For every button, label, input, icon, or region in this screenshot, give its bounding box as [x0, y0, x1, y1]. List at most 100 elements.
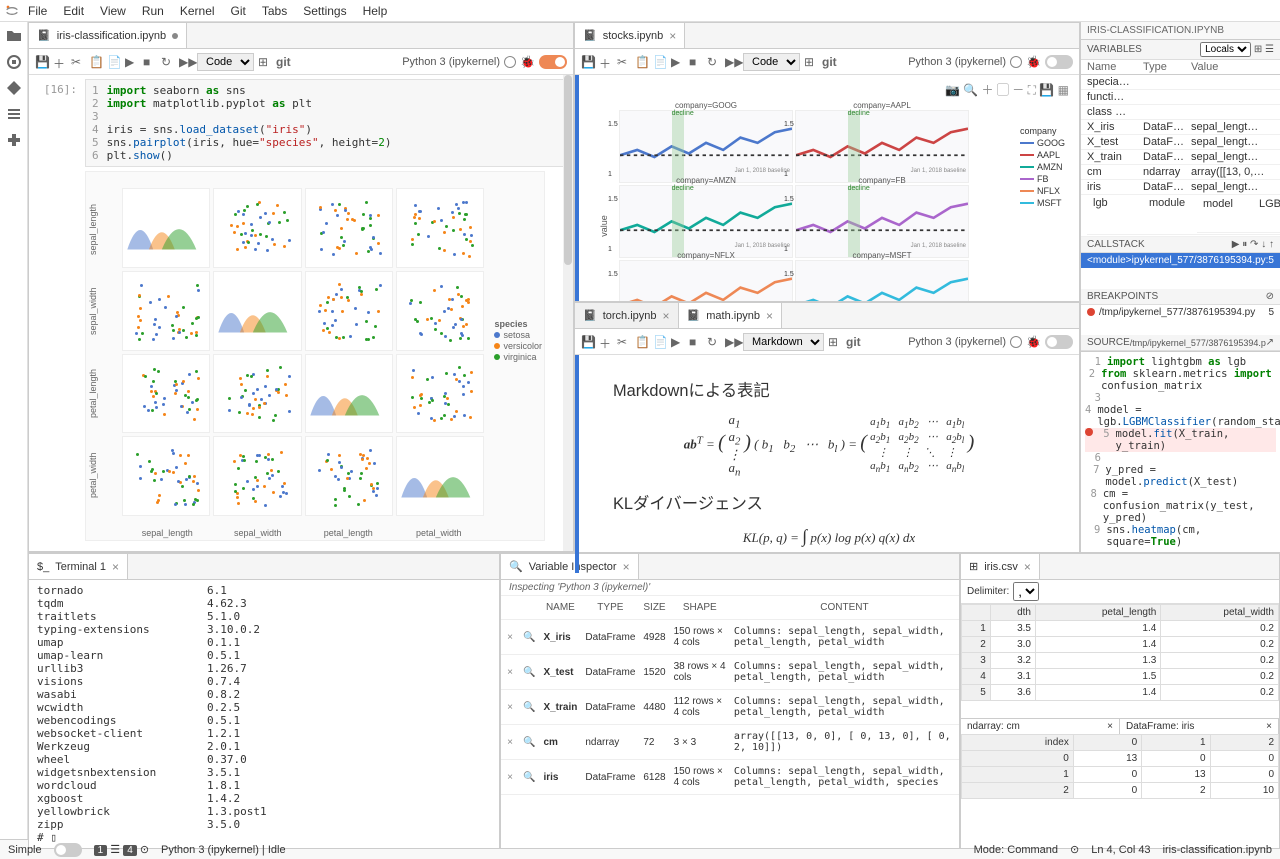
- pause-icon[interactable]: ⏸: [1242, 239, 1247, 250]
- step-out-icon[interactable]: ↑: [1269, 239, 1274, 250]
- close-icon[interactable]: ×: [112, 560, 119, 574]
- menu-kernel[interactable]: Kernel: [172, 2, 223, 20]
- restart-icon[interactable]: ↻: [161, 55, 175, 69]
- csv-table[interactable]: dthpetal_lengthpetal_width13.51.40.223.0…: [961, 604, 1279, 718]
- debug-toggle[interactable]: [1045, 55, 1073, 69]
- variable-row[interactable]: X_trainDataF…sepal_lengt…: [1081, 150, 1280, 165]
- run-icon[interactable]: ▶: [671, 55, 685, 69]
- inspect-icon[interactable]: 🔍: [519, 655, 539, 690]
- inspect-icon[interactable]: 🔍: [519, 620, 539, 655]
- run-all-icon[interactable]: ▶▶: [725, 335, 739, 349]
- paste-icon[interactable]: 📄: [653, 55, 667, 69]
- running-icon[interactable]: [6, 54, 22, 70]
- scrollbar[interactable]: [563, 75, 573, 551]
- close-icon[interactable]: ×: [1266, 721, 1272, 732]
- kernel-name[interactable]: Python 3 (ipykernel): [908, 336, 1006, 348]
- inspect-icon[interactable]: 🔍: [519, 725, 539, 760]
- save-icon[interactable]: 💾: [581, 55, 595, 69]
- menu-view[interactable]: View: [92, 2, 134, 20]
- bug-icon[interactable]: 🐞: [1026, 55, 1041, 69]
- add-cell-icon[interactable]: ＋: [599, 335, 613, 349]
- plus-icon[interactable]: ＋: [982, 83, 994, 97]
- subtab-cm[interactable]: ndarray: cm×: [961, 719, 1120, 734]
- copy-icon[interactable]: 📋: [89, 55, 103, 69]
- simple-toggle-label[interactable]: Simple: [8, 844, 42, 856]
- menu-git[interactable]: Git: [223, 2, 254, 20]
- continue-icon[interactable]: ▶: [1232, 239, 1240, 250]
- kernel-name[interactable]: Python 3 (ipykernel): [908, 56, 1006, 68]
- table-icon[interactable]: ☰: [1265, 44, 1274, 55]
- run-icon[interactable]: ▶: [125, 55, 139, 69]
- delete-icon[interactable]: ×: [501, 725, 519, 760]
- git-button[interactable]: git: [822, 55, 837, 69]
- notebook-content[interactable]: [16]: 1import seaborn as sns2import matp…: [29, 75, 573, 551]
- close-icon[interactable]: ×: [1107, 721, 1113, 732]
- add-cell-icon[interactable]: ＋: [599, 55, 613, 69]
- extension-icon[interactable]: [6, 132, 22, 148]
- variable-row[interactable]: lgbmodulemodelLGBM…LGBMClassifier(…pltmo…: [1087, 196, 1280, 235]
- source-view[interactable]: 1import lightgbm as lgb2from sklearn.met…: [1081, 352, 1280, 552]
- tab-terminal[interactable]: $_ Terminal 1 ×: [29, 554, 128, 579]
- bug-icon[interactable]: 🐞: [1026, 335, 1041, 349]
- tab-stocks[interactable]: 📓 stocks.ipynb ×: [575, 23, 685, 48]
- add-cell-icon[interactable]: ＋: [53, 55, 67, 69]
- debug-toggle[interactable]: [539, 55, 567, 69]
- run-icon[interactable]: ▶: [671, 335, 685, 349]
- menu-settings[interactable]: Settings: [295, 2, 354, 20]
- run-all-icon[interactable]: ▶▶: [179, 55, 193, 69]
- vega-icon[interactable]: ⊞: [828, 335, 842, 349]
- callstack-frame[interactable]: <module> ipykernel_577/3876195394.py:5: [1081, 253, 1280, 268]
- step-over-icon[interactable]: ↷: [1250, 239, 1258, 250]
- cut-icon[interactable]: ✂: [617, 335, 631, 349]
- scope-select[interactable]: Locals: [1200, 42, 1251, 57]
- terminal-body[interactable]: tornado6.1tqdm4.62.3traitlets5.1.0typing…: [29, 580, 499, 848]
- stop-icon[interactable]: ■: [689, 335, 703, 349]
- variable-row[interactable]: functi…: [1081, 90, 1280, 105]
- delete-icon[interactable]: ×: [501, 620, 519, 655]
- debug-toggle[interactable]: [1045, 335, 1073, 349]
- cut-icon[interactable]: ✂: [71, 55, 85, 69]
- kernel-status[interactable]: Python 3 (ipykernel) | Idle: [161, 844, 286, 856]
- restart-icon[interactable]: ↻: [707, 55, 721, 69]
- inspector-row[interactable]: ×🔍X_trainDataFrame4480112 rows × 4 colsC…: [501, 690, 959, 725]
- vega-icon[interactable]: ⊞: [804, 55, 818, 69]
- inspect-icon[interactable]: 🔍: [519, 760, 539, 795]
- menu-edit[interactable]: Edit: [55, 2, 92, 20]
- celltype-select[interactable]: Code: [197, 53, 254, 71]
- variable-row[interactable]: jsonmodulelgbmodulemodelLGBM…LGBMClassif…: [1081, 195, 1280, 237]
- save-icon[interactable]: 💾: [581, 335, 595, 349]
- git-button[interactable]: git: [276, 55, 291, 69]
- cut-icon[interactable]: ✂: [617, 55, 631, 69]
- expand-icon[interactable]: ⛶: [1028, 83, 1036, 97]
- menu-tabs[interactable]: Tabs: [254, 2, 295, 20]
- breakpoint-item[interactable]: /tmp/ipykernel_577/3876195394.py 5: [1081, 305, 1280, 320]
- variable-row[interactable]: X_testDataF…sepal_lengt…: [1081, 135, 1280, 150]
- delete-icon[interactable]: ×: [501, 760, 519, 795]
- subtab-iris[interactable]: DataFrame: iris×: [1120, 719, 1279, 734]
- delete-icon[interactable]: ×: [501, 690, 519, 725]
- variables-table[interactable]: NameTypeValue specia…functi…class …X_iri…: [1081, 60, 1280, 237]
- copy-icon[interactable]: 📋: [635, 335, 649, 349]
- cm-table[interactable]: index012013001013020210: [961, 734, 1279, 848]
- run-all-icon[interactable]: ▶▶: [725, 55, 739, 69]
- notification-icon[interactable]: ⊙: [1070, 843, 1079, 856]
- git-icon[interactable]: [6, 80, 22, 96]
- variable-row[interactable]: irisDataF…sepal_lengt…: [1081, 180, 1280, 195]
- delimiter-select[interactable]: ,: [1013, 582, 1039, 601]
- close-icon[interactable]: ×: [663, 309, 670, 323]
- folder-icon[interactable]: [6, 28, 22, 44]
- inspector-row[interactable]: ×🔍X_testDataFrame152038 rows × 4 colsCol…: [501, 655, 959, 690]
- paste-icon[interactable]: 📄: [107, 55, 121, 69]
- camera-icon[interactable]: 📷: [945, 83, 960, 97]
- menu-run[interactable]: Run: [134, 2, 172, 20]
- tab-torch[interactable]: 📓 torch.ipynb ×: [575, 303, 679, 328]
- close-icon[interactable]: ×: [766, 309, 773, 323]
- close-icon[interactable]: ×: [669, 29, 676, 43]
- bug-icon[interactable]: 🐞: [520, 55, 535, 69]
- tab-iris[interactable]: 📓 iris-classification.ipynb: [29, 23, 187, 48]
- variable-row[interactable]: X_irisDataF…sepal_lengt…: [1081, 120, 1280, 135]
- inspector-row[interactable]: ×🔍X_irisDataFrame4928150 rows × 4 colsCo…: [501, 620, 959, 655]
- code-editor[interactable]: 1import seaborn as sns2import matplotlib…: [85, 79, 569, 167]
- restart-icon[interactable]: ↻: [707, 335, 721, 349]
- variable-row[interactable]: modelLGBM…LGBMClassifier(…: [1197, 197, 1280, 233]
